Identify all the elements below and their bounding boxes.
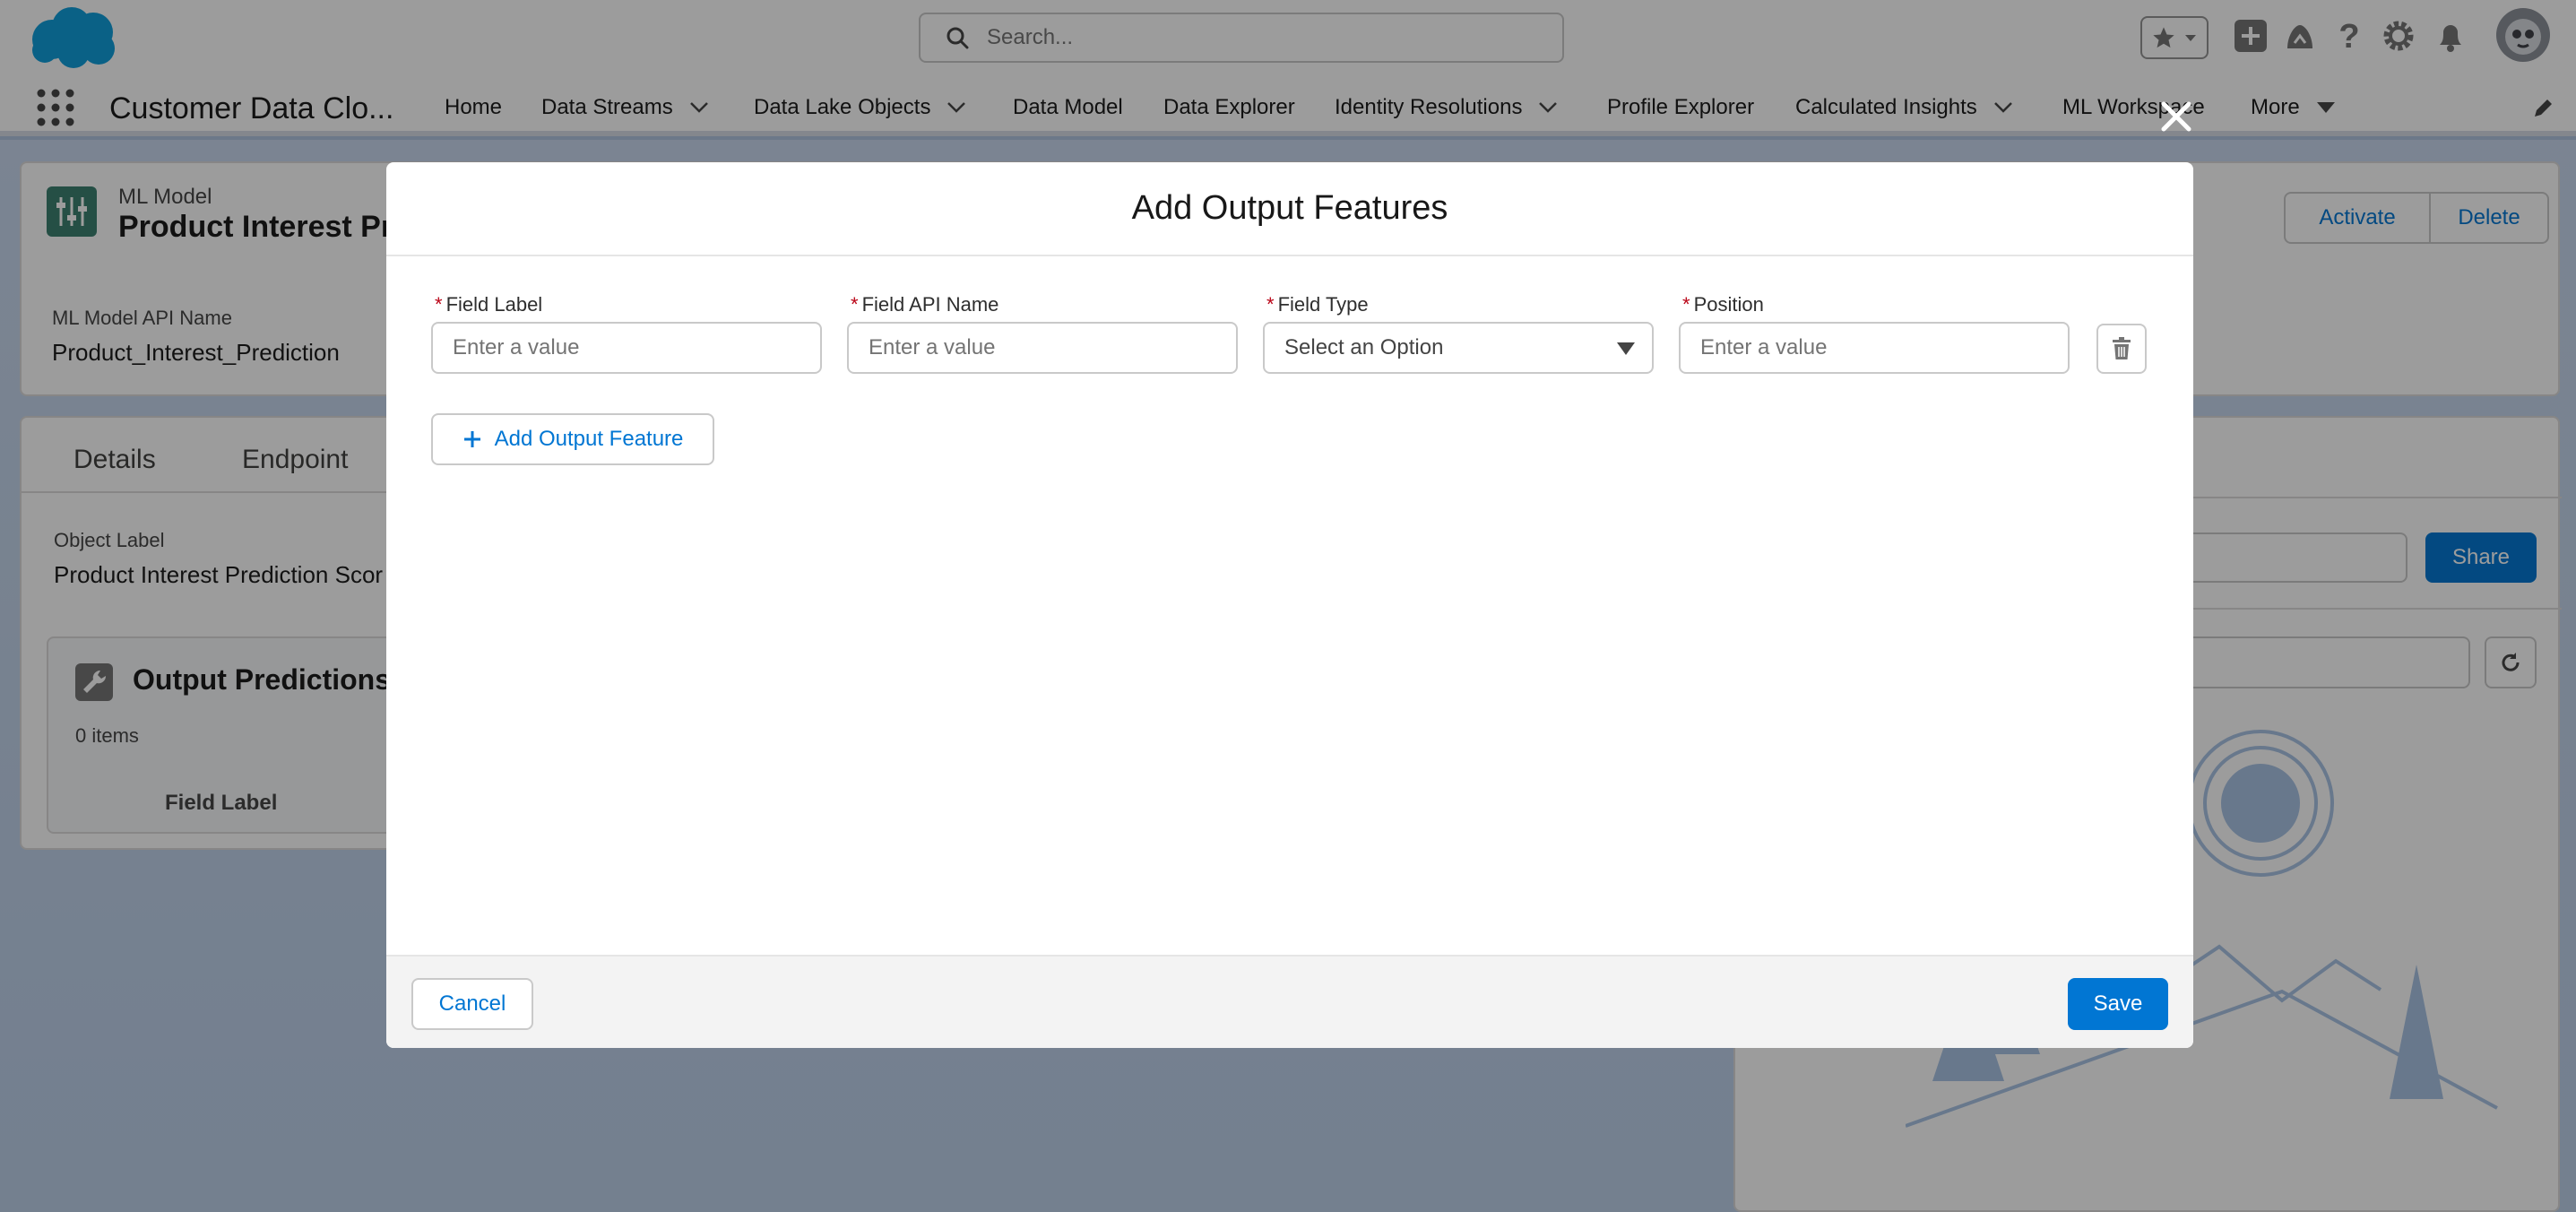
modal-close-button[interactable] (2160, 100, 2192, 133)
field-label-input[interactable]: Enter a value (431, 322, 822, 374)
field-type-select[interactable]: Select an Option (1263, 322, 1654, 374)
save-button[interactable]: Save (2068, 978, 2168, 1030)
field-type-select-value: Select an Option (1284, 335, 1444, 359)
position-input[interactable]: Enter a value (1679, 322, 2070, 374)
add-output-features-modal: Add Output Features * Field Label Enter … (386, 162, 2193, 1048)
delete-row-button[interactable] (2096, 324, 2147, 374)
position-label: * Position (1682, 293, 1764, 316)
close-icon[interactable] (2160, 100, 2192, 133)
add-output-feature-button[interactable]: Add Output Feature (431, 413, 714, 465)
field-api-name-label: * Field API Name (851, 293, 999, 316)
add-icon (462, 429, 482, 449)
field-label-label: * Field Label (435, 293, 543, 316)
required-marker: * (1266, 293, 1275, 316)
modal-title: Add Output Features (386, 162, 2193, 256)
modal-footer: Cancel Save (386, 955, 2193, 1048)
field-type-label: * Field Type (1266, 293, 1369, 316)
required-marker: * (851, 293, 859, 316)
field-api-name-input[interactable]: Enter a value (847, 322, 1238, 374)
required-marker: * (435, 293, 443, 316)
trash-icon (2112, 337, 2131, 360)
caret-down-icon (1616, 342, 1636, 356)
required-marker: * (1682, 293, 1690, 316)
cancel-button[interactable]: Cancel (411, 978, 533, 1030)
